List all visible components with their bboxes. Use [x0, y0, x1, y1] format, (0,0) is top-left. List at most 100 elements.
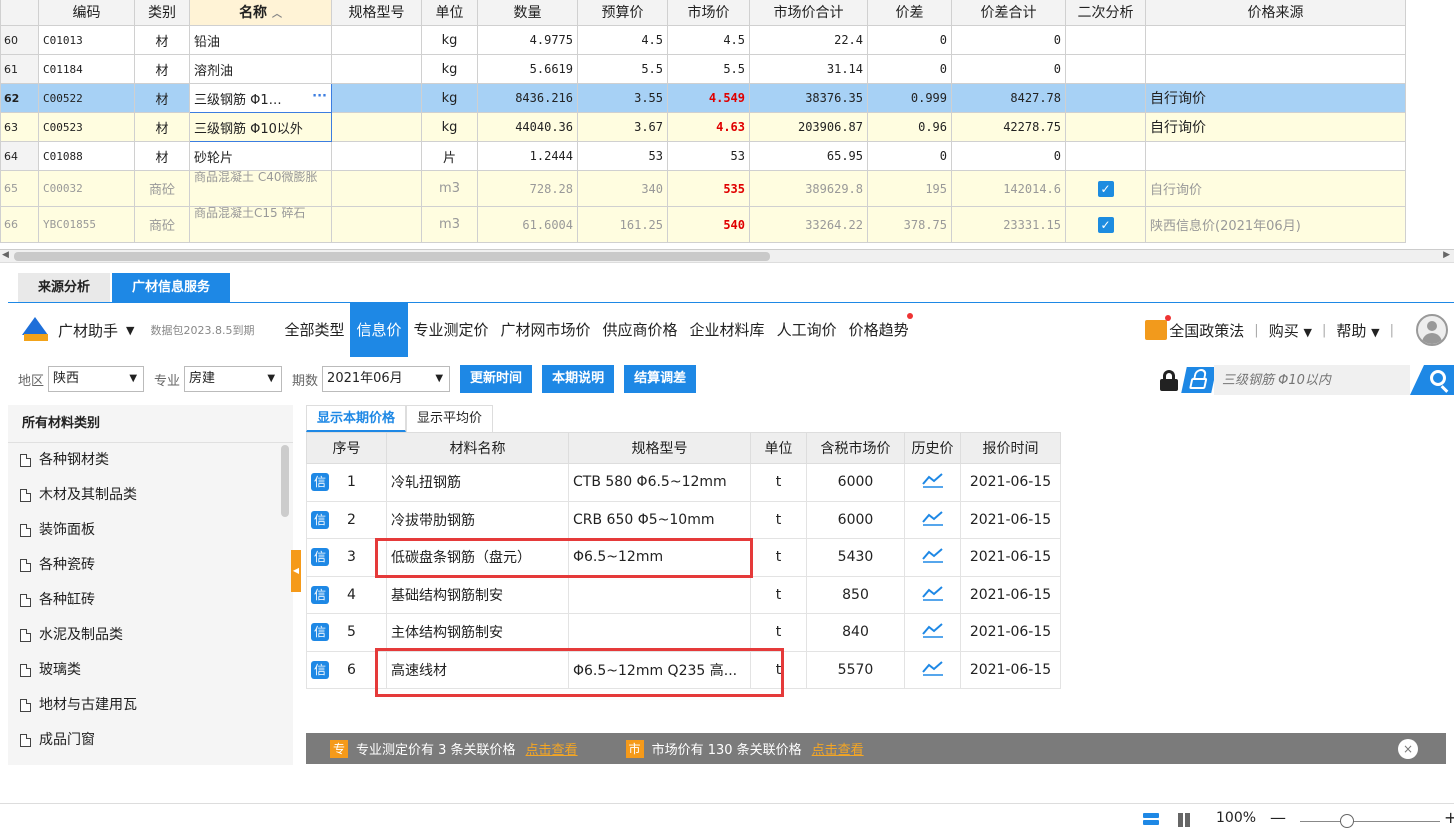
cell-diff[interactable]: 0 [867, 25, 952, 55]
tab-professional-price[interactable]: 专业测定价 [408, 303, 495, 357]
cell-qty[interactable]: 5.6619 [477, 54, 578, 84]
cell-name[interactable]: 商品混凝土 C40微膨胀 [189, 170, 332, 207]
col-market[interactable]: 市场价 [667, 0, 750, 26]
cell-diff-total[interactable]: 8427.78 [951, 83, 1066, 113]
scroll-left-icon[interactable]: ◀ [2, 250, 9, 260]
cell-code[interactable]: C01184 [38, 54, 135, 84]
cell-qty[interactable]: 4.9775 [477, 25, 578, 55]
cell-secondary[interactable] [1065, 54, 1146, 84]
cell-category[interactable]: 商砼 [134, 206, 190, 243]
cell-qty[interactable]: 61.6004 [477, 206, 578, 243]
cell-code[interactable]: C00522 [38, 83, 135, 113]
unlock-icon[interactable] [1181, 367, 1217, 393]
cell-diff[interactable]: 0 [867, 141, 952, 171]
cell-history[interactable] [904, 575, 961, 614]
col-diff[interactable]: 价差 [867, 0, 952, 26]
category-item[interactable]: 装饰面板 [8, 513, 293, 548]
cell-market-total[interactable]: 203906.87 [749, 112, 868, 142]
cell-diff[interactable]: 378.75 [867, 206, 952, 243]
col-unit[interactable]: 单位 [421, 0, 478, 26]
cell-budget[interactable]: 3.67 [577, 112, 668, 142]
cell-code[interactable]: C00032 [38, 170, 135, 207]
cell-diff[interactable]: 0.999 [867, 83, 952, 113]
cell-category[interactable]: 商砼 [134, 170, 190, 207]
col-code[interactable]: 编码 [38, 0, 135, 26]
cell-market-total[interactable]: 31.14 [749, 54, 868, 84]
cell-market[interactable]: 5.5 [667, 54, 750, 84]
cell-spec[interactable] [331, 170, 422, 207]
cell-category[interactable]: 材 [134, 141, 190, 171]
trend-chart-icon[interactable] [921, 622, 944, 638]
col-qty[interactable]: 数量 [477, 0, 578, 26]
cell-spec[interactable] [331, 112, 422, 142]
trend-chart-icon[interactable] [921, 510, 944, 526]
split-view-icon[interactable] [1178, 813, 1192, 827]
cell-history[interactable] [904, 613, 961, 652]
tab-all-types[interactable]: 全部类型 [278, 303, 350, 357]
cell-code[interactable]: C01088 [38, 141, 135, 171]
price-row[interactable]: 信 2 冷拔带肋钢筋 CRB 650 Φ5~10mm t 6000 2021-06-15 [306, 500, 1061, 539]
trend-chart-icon[interactable] [921, 472, 944, 488]
cell-market-total[interactable]: 22.4 [749, 25, 868, 55]
cell-secondary[interactable]: ✓ [1065, 170, 1146, 207]
cell-diff-total[interactable]: 42278.75 [951, 112, 1066, 142]
category-item[interactable]: 木材及其制品类 [8, 478, 293, 513]
professional-view-link[interactable]: 点击查看 [526, 739, 578, 758]
checkbox-checked-icon[interactable]: ✓ [1097, 216, 1114, 233]
cell-diff[interactable]: 0 [867, 54, 952, 84]
cell-qty[interactable]: 8436.216 [477, 83, 578, 113]
cell-diff[interactable]: 195 [867, 170, 952, 207]
cell-name[interactable]: 溶剂油 [189, 54, 332, 84]
market-view-link[interactable]: 点击查看 [812, 739, 864, 758]
cell-category[interactable]: 材 [134, 25, 190, 55]
checkbox-checked-icon[interactable]: ✓ [1097, 180, 1114, 197]
cell-unit[interactable]: kg [421, 112, 478, 142]
tab-average-price[interactable]: 显示平均价 [406, 405, 494, 432]
tab-manual-inquiry[interactable]: 人工询价 [771, 303, 843, 357]
category-scrollbar[interactable] [281, 445, 289, 517]
tab-gc-info-service[interactable]: 广材信息服务 [112, 273, 231, 302]
cell-category[interactable]: 材 [134, 54, 190, 84]
cell-budget[interactable]: 53 [577, 141, 668, 171]
category-item[interactable]: 地材与古建用瓦 [8, 688, 293, 723]
cell-spec[interactable] [331, 206, 422, 243]
grid-row[interactable]: 63 C00523 材三级钢筋 Φ10以外 kg 44040.36 3.67 4.63 203… [0, 112, 1406, 142]
cell-source[interactable] [1145, 54, 1406, 84]
cell-diff-total[interactable]: 23331.15 [951, 206, 1066, 243]
lock-icon[interactable] [1160, 370, 1178, 391]
buy-menu[interactable]: 购买 ▼ [1269, 320, 1312, 341]
zoom-out-button[interactable]: — [1270, 808, 1286, 827]
policy-link[interactable]: 全国政策法 [1169, 320, 1244, 341]
search-input[interactable] [1214, 365, 1410, 395]
tab-source-analysis[interactable]: 来源分析 [18, 273, 111, 302]
cell-name[interactable]: 铅油 [189, 25, 332, 55]
cell-budget[interactable]: 4.5 [577, 25, 668, 55]
category-item[interactable]: 各种钢材类 [8, 443, 293, 478]
cell-budget[interactable]: 161.25 [577, 206, 668, 243]
cell-source[interactable]: 陕西信息价(2021年06月) [1145, 206, 1406, 243]
cell-market[interactable]: 4.63 [667, 112, 750, 142]
cell-qty[interactable]: 1.2444 [477, 141, 578, 171]
cell-market[interactable]: 540 [667, 206, 750, 243]
grid-row[interactable]: 64 C01088 材砂轮片片 1.2444 53 53 65.95 0 0 [0, 141, 1406, 171]
settle-adjust-button[interactable]: 结算调差 [624, 365, 697, 393]
cell-spec[interactable] [331, 83, 422, 113]
cell-budget[interactable]: 5.5 [577, 54, 668, 84]
cell-unit[interactable]: kg [421, 83, 478, 113]
cell-source[interactable] [1145, 141, 1406, 171]
cell-secondary[interactable] [1065, 83, 1146, 113]
cell-budget[interactable]: 3.55 [577, 83, 668, 113]
grid-row[interactable]: 61 C01184 材溶剂油 kg 5.6619 5.5 5.5 31.14 0 0 [0, 54, 1406, 84]
col-diff-total[interactable]: 价差合计 [951, 0, 1066, 26]
cell-diff-total[interactable]: 142014.6 [951, 170, 1066, 207]
cell-diff-total[interactable]: 0 [951, 25, 1066, 55]
tab-enterprise-library[interactable]: 企业材料库 [684, 303, 771, 357]
cell-unit[interactable]: kg [421, 54, 478, 84]
cell-market[interactable]: 535 [667, 170, 750, 207]
cell-unit[interactable]: 片 [421, 141, 478, 171]
cell-spec[interactable] [331, 54, 422, 84]
category-item[interactable]: 各种缸砖 [8, 583, 293, 618]
cell-market-total[interactable]: 65.95 [749, 141, 868, 171]
price-row[interactable]: 信 5 主体结构钢筋制安 t 840 2021-06-15 [306, 613, 1061, 652]
cell-source[interactable]: 自行询价 [1145, 83, 1406, 113]
